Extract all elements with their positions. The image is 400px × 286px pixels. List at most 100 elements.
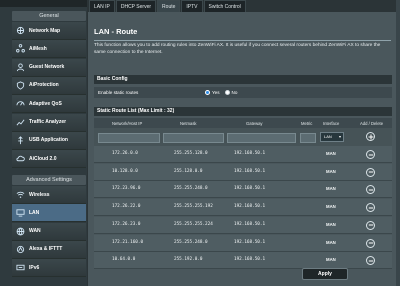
col-gateway: Gateway	[246, 121, 263, 126]
apply-button[interactable]: Apply	[302, 268, 348, 280]
route-ip: 172.26.23.0	[112, 221, 141, 227]
route-ip: 172.21.160.0	[112, 239, 144, 245]
sidebar-item-icon	[16, 263, 25, 272]
route-interface: MAN	[326, 151, 336, 156]
aimesh-icon	[16, 44, 25, 53]
sidebar-item-icon	[16, 245, 25, 254]
lan-icon	[16, 209, 25, 217]
tab-route[interactable]: Route	[157, 0, 181, 12]
sidebar-item-lan[interactable]: LAN	[12, 204, 86, 223]
delete-route-button[interactable]	[366, 203, 375, 213]
ipv6-icon	[16, 264, 25, 271]
route-ip: 172.26.22.0	[112, 204, 141, 210]
usb-icon	[18, 136, 23, 144]
sidebar-item-label: LAN	[29, 209, 40, 216]
tab-bar: LAN IP DHCP Server Route IPTV Switch Control	[89, 0, 246, 12]
sidebar-item-ipv6[interactable]: IPv6	[12, 259, 86, 278]
delete-route-button[interactable]	[366, 238, 375, 248]
main-panel: LAN - Route This function allows you to …	[88, 12, 396, 286]
delete-route-button[interactable]	[366, 167, 375, 177]
sidebar-item-label: WAN	[29, 228, 41, 235]
sidebar-item-adaptive-qos[interactable]: Adaptive QoS	[12, 95, 86, 114]
new-route-row: LAN ▾	[94, 128, 392, 146]
advanced-section-header: Advanced Settings	[12, 175, 86, 185]
sidebar-item-label: Network Map	[29, 27, 61, 34]
tab-lan-ip[interactable]: LAN IP	[89, 0, 115, 12]
minus-icon	[368, 224, 373, 226]
alexa-icon	[16, 245, 25, 253]
minus-icon	[368, 154, 373, 155]
route-row: 10.64.0.0 255.192.0.0 192.168.50.1 MAN	[94, 252, 392, 270]
sidebar-item-label: Wireless	[29, 191, 50, 198]
sidebar-item-network-map[interactable]: Network Map	[12, 22, 86, 40]
interface-select-value: LAN	[324, 134, 332, 139]
sidebar-item-label: Traffic Analyzer	[29, 119, 67, 125]
add-route-button[interactable]	[366, 132, 375, 141]
minus-icon	[368, 242, 373, 244]
route-ip: 172.26.0.0	[112, 151, 138, 156]
interface-select[interactable]: LAN ▾	[320, 132, 344, 142]
tab-switch-control[interactable]: Switch Control	[203, 0, 246, 12]
sidebar-item-label: AiMesh	[29, 45, 47, 52]
page-title: LAN - Route	[94, 27, 138, 36]
sidebar-item-aimesh[interactable]: AiMesh	[12, 40, 86, 59]
tab-iptv[interactable]: IPTV	[181, 0, 203, 12]
no-radio[interactable]	[224, 90, 230, 95]
sidebar-item-aiprotection[interactable]: AiProtection	[12, 76, 86, 95]
sidebar-item-label: USB Application	[29, 137, 68, 144]
route-interface: MAN	[326, 168, 336, 174]
sidebar-item-guest-network[interactable]: Guest Network	[12, 58, 86, 77]
sidebar-item-aicloud-2-0[interactable]: AiCloud 2.0	[12, 150, 86, 169]
new-metric-input[interactable]	[300, 133, 316, 143]
sidebar-item-label: Guest Network	[29, 64, 65, 71]
sidebar-item-icon	[16, 44, 25, 53]
sidebar-item-label: AiProtection	[29, 82, 59, 89]
delete-route-button[interactable]	[366, 220, 375, 230]
traffic-analyzer-icon	[16, 119, 25, 125]
route-interface: MAN	[326, 221, 336, 227]
col-netmask: Netmask	[180, 121, 197, 126]
sidebar-item-wireless[interactable]: Wireless	[12, 186, 86, 204]
sidebar-item-alexa-ifttt[interactable]: Alexa & IFTTT	[12, 240, 86, 259]
scrollbar[interactable]	[396, 0, 400, 286]
route-ip: 10.64.0.0	[112, 257, 136, 263]
sidebar-item-wan[interactable]: WAN	[12, 222, 86, 241]
network-map-icon	[16, 26, 25, 35]
new-netmask-input[interactable]	[163, 133, 224, 143]
enable-static-routes-row: Enable static routes Yes No	[94, 87, 392, 98]
qos-icon	[16, 101, 25, 106]
route-gateway: 192.168.50.1	[234, 168, 266, 174]
sidebar-item-icon	[16, 26, 25, 35]
route-row: 172.26.22.0 255.255.255.192 192.168.50.1 MA…	[94, 199, 392, 217]
yes-radio[interactable]	[205, 90, 210, 95]
general-section-header: General	[12, 11, 86, 21]
sidebar-item-icon	[16, 154, 25, 163]
delete-route-button[interactable]	[366, 150, 375, 159]
sidebar-item-usb-application[interactable]: USB Application	[12, 131, 86, 150]
sidebar-item-label: IPv6	[29, 264, 40, 271]
route-gateway: 192.168.50.1	[234, 257, 266, 263]
enable-static-routes-label: Enable static routes	[98, 90, 139, 95]
sidebar-item-icon	[16, 227, 25, 236]
tab-dhcp-server[interactable]: DHCP Server	[115, 0, 157, 12]
route-netmask: 255.255.248.0	[174, 186, 208, 192]
col-add-delete: Add / Delete	[360, 121, 384, 126]
route-list-header: Static Route List (Max Limit : 32)	[94, 107, 392, 116]
sidebar-item-icon	[16, 136, 25, 145]
delete-route-button[interactable]	[366, 185, 375, 195]
wan-icon	[16, 227, 25, 235]
route-gateway: 192.168.50.1	[234, 151, 266, 156]
title-divider	[94, 40, 391, 41]
sidebar-item-traffic-analyzer[interactable]: Traffic Analyzer	[12, 113, 86, 132]
new-gateway-input[interactable]	[227, 133, 296, 143]
minus-icon	[368, 207, 373, 209]
delete-route-button[interactable]	[366, 256, 375, 266]
route-gateway: 192.168.50.1	[234, 221, 266, 227]
route-interface: MAN	[326, 239, 336, 245]
route-netmask: 255.255.248.0	[174, 239, 208, 245]
sidebar-item-icon	[16, 99, 25, 108]
new-ip-input[interactable]	[98, 133, 160, 143]
route-ip: 172.23.96.0	[112, 186, 141, 192]
col-network-ip: Network/Host IP	[112, 121, 143, 126]
sidebar-item-label: AiCloud 2.0	[29, 155, 57, 162]
